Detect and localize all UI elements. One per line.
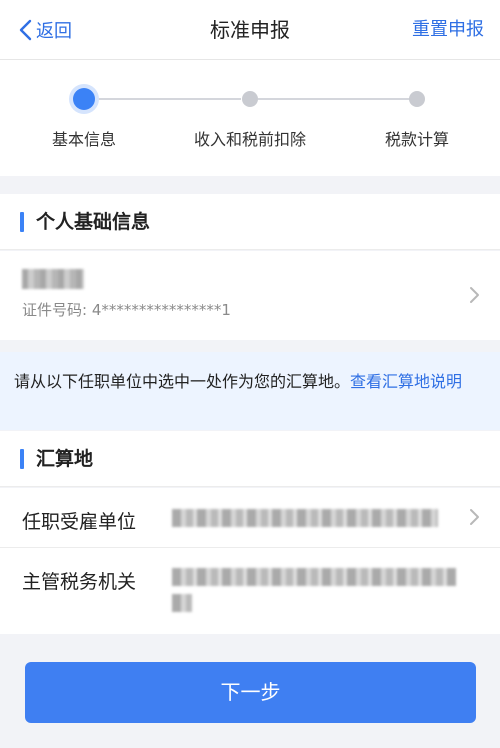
tax-authority-value-redacted [172, 568, 456, 586]
section-header-personal-info: 个人基础信息 [0, 194, 500, 250]
step-label-income-deductions: 收入和税前扣除 [193, 130, 307, 149]
tax-authority-row: 主管税务机关 [0, 548, 500, 634]
step-connector [95, 98, 241, 100]
tax-authority-value-redacted-line2 [172, 594, 192, 612]
section-title: 个人基础信息 [36, 211, 151, 233]
taxpayer-card[interactable]: 证件号码: 4****************1 [0, 251, 500, 340]
employer-value-redacted [172, 509, 438, 527]
step-label-tax-calculation: 税款计算 [384, 130, 450, 149]
step-label-basic-info: 基本信息 [51, 130, 117, 149]
next-step-button[interactable]: 下一步 [25, 662, 476, 723]
top-nav-bar: 返回 标准申报 重置申报 [0, 0, 500, 60]
tax-authority-label: 主管税务机关 [22, 571, 137, 593]
section-accent-bar [20, 212, 24, 232]
section-header-settlement: 汇算地 [0, 431, 500, 487]
section-title: 汇算地 [36, 448, 94, 470]
settlement-help-link[interactable]: 查看汇算地说明 [350, 372, 462, 391]
chevron-right-icon [470, 509, 479, 525]
reset-declaration-button[interactable]: 重置申报 [412, 16, 484, 44]
progress-steps: 基本信息 收入和税前扣除 税款计算 [0, 60, 500, 176]
settlement-notice: 请从以下任职单位中选中一处作为您的汇算地。查看汇算地说明 [0, 352, 500, 430]
section-accent-bar [20, 449, 24, 469]
step-dot-active [73, 88, 95, 110]
notice-text: 请从以下任职单位中选中一处作为您的汇算地。 [14, 372, 351, 391]
step-dot [242, 91, 258, 107]
employer-label: 任职受雇单位 [22, 511, 137, 533]
taxpayer-name-redacted [22, 269, 84, 289]
step-dot [409, 91, 425, 107]
chevron-right-icon [470, 287, 479, 303]
id-number: 证件号码: 4****************1 [22, 301, 231, 319]
step-connector [258, 98, 410, 100]
employer-row[interactable]: 任职受雇单位 [0, 488, 500, 548]
